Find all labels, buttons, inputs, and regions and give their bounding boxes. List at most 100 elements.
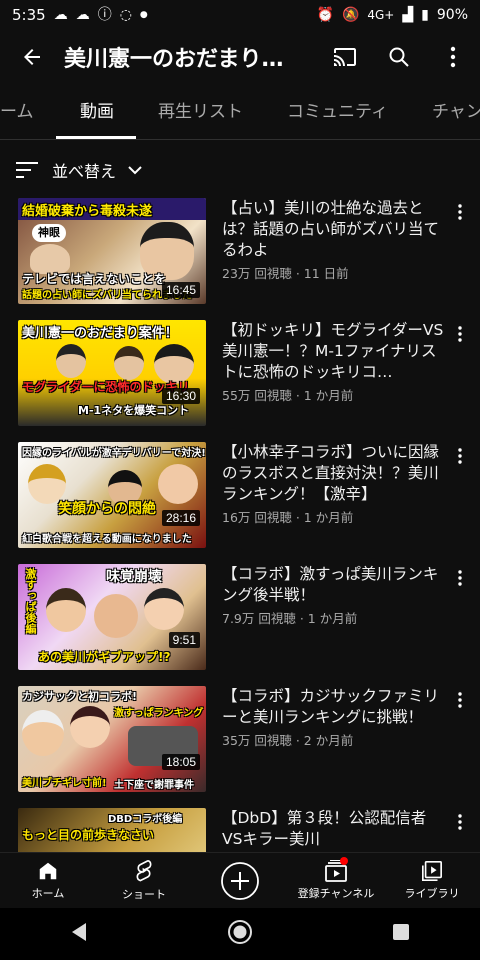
- thumbnail-text: 笑顔からの悶絶: [58, 501, 156, 517]
- create-plus-icon: [221, 861, 259, 900]
- system-navigation-bar: [0, 908, 480, 960]
- nav-subscriptions[interactable]: 登録チャンネル: [288, 853, 384, 908]
- library-icon: [422, 861, 442, 881]
- channel-tabs: ーム 動画 再生リスト コミュニティ チャン: [0, 86, 480, 140]
- nav-library[interactable]: ライブラリ: [384, 853, 480, 908]
- nav-create[interactable]: [192, 853, 288, 908]
- signal-icon: ▟: [402, 7, 414, 23]
- video-item[interactable]: カジサックと初コラボ! 激すっぱランキング 美川ブチギレ寸前! 土下座で謝罪事件…: [0, 686, 480, 796]
- nfc-icon: ◌: [119, 7, 132, 23]
- video-menu-button[interactable]: [450, 200, 470, 224]
- video-thumbnail[interactable]: 美川憲一のおだまり案件！ モグライダーに恐怖のドッキリ M-1ネタを爆笑コント …: [18, 320, 206, 426]
- status-time: 5:35: [12, 6, 46, 24]
- nav-label: 登録チャンネル: [297, 887, 375, 900]
- video-title[interactable]: 【小林幸子コラボ】ついに因縁のラスボスと直接対決！？美川ランキング！【激辛】: [222, 442, 444, 505]
- alarm-icon: ⏰: [316, 7, 334, 23]
- app-header: 美川憲一のおだまり…: [0, 30, 480, 84]
- video-duration: 28:16: [161, 510, 200, 526]
- video-thumbnail[interactable]: DBDコラボ後編 もっと目の前歩きなさい: [18, 808, 206, 852]
- video-title[interactable]: 【コラボ】カジサックファミリーと美川ランキングに挑戦！: [222, 686, 444, 728]
- nav-label: ホーム: [31, 887, 65, 900]
- mute-icon: 🔕: [341, 7, 360, 23]
- thumbnail-text: DBDコラボ後編: [108, 814, 183, 825]
- more-options-button[interactable]: [426, 30, 480, 84]
- cast-icon: [334, 48, 356, 66]
- video-duration: 9:51: [168, 632, 200, 648]
- nav-home[interactable]: ホーム: [0, 853, 96, 908]
- video-item[interactable]: 美川憲一のおだまり案件！ モグライダーに恐怖のドッキリ M-1ネタを爆笑コント …: [0, 320, 480, 430]
- video-meta: 35万 回視聴 · 2 か月前: [222, 733, 354, 748]
- thumbnail-text: テレビでは言えないことを: [22, 272, 167, 286]
- video-item[interactable]: 因縁のライバルが激辛デリバリーで対決! 笑顔からの悶絶 紅白歌合戦を超える動画に…: [0, 442, 480, 552]
- chevron-down-icon: [128, 166, 142, 175]
- video-menu-button[interactable]: [450, 688, 470, 712]
- cloud-icon: ☁: [53, 7, 68, 23]
- video-title[interactable]: 【DbD】第３段！公認配信者VSキラー美川: [222, 808, 444, 850]
- back-arrow-icon: [24, 49, 40, 65]
- video-thumbnail[interactable]: カジサックと初コラボ! 激すっぱランキング 美川ブチギレ寸前! 土下座で謝罪事件…: [18, 686, 206, 792]
- nav-shorts[interactable]: ショート: [96, 853, 192, 908]
- video-item[interactable]: 結婚破棄から毒殺未遂 神眼 テレビでは言えないことを 話題の占い師にズバリ当てら…: [0, 198, 480, 308]
- thumbnail-text: 激すっぱ後編: [24, 568, 37, 634]
- thumbnail-text: 美川ブチギレ寸前!: [22, 778, 107, 789]
- shorts-icon: [136, 860, 152, 882]
- more-vert-icon: [458, 204, 462, 220]
- more-vert-icon: [458, 692, 462, 708]
- video-thumbnail[interactable]: 味覚崩壊 激すっぱ後編 あの美川がギブアップ!? 9:51: [18, 564, 206, 670]
- battery-icon: ▮: [421, 7, 429, 23]
- search-button[interactable]: [372, 30, 426, 84]
- notification-dot: [340, 857, 348, 865]
- dot-icon: ●: [139, 9, 148, 20]
- thumbnail-text: 紅白歌合戦を超える動画になりました: [22, 534, 192, 545]
- system-recents-button[interactable]: [392, 923, 410, 945]
- video-meta: 55万 回視聴 · 1 か月前: [222, 388, 354, 403]
- more-vert-icon: [458, 814, 462, 830]
- more-vert-icon: [450, 46, 456, 68]
- sort-label: 並べ替え: [52, 162, 117, 181]
- thumbnail-text: もっと目の前歩きなさい: [22, 828, 155, 842]
- thumbnail-text: 激すっぱランキング: [114, 708, 204, 719]
- thumbnail-text: M-1ネタを爆笑コント: [78, 404, 190, 417]
- sort-button[interactable]: 並べ替え: [16, 150, 142, 190]
- active-tab-indicator: [56, 136, 136, 139]
- video-item[interactable]: DBDコラボ後編 もっと目の前歩きなさい 【DbD】第３段！公認配信者VSキラー…: [0, 808, 480, 852]
- channel-title: 美川憲一のおだまり…: [64, 47, 284, 72]
- square-recents-icon: [393, 924, 410, 940]
- video-menu-button[interactable]: [450, 810, 470, 834]
- thumbnail-text: 美川憲一のおだまり案件！: [22, 326, 178, 341]
- video-title[interactable]: 【占い】美川の壮絶な過去とは？話題の占い師がズバリ当てるわよ: [222, 198, 444, 261]
- video-meta: 16万 回視聴 · 1 か月前: [222, 510, 354, 525]
- status-bar: 5:35 ☁ ☁ ⓘ ◌ ● ⏰ 🔕 4G+ ▟ ▮ 90%: [0, 0, 480, 30]
- video-menu-button[interactable]: [450, 322, 470, 346]
- network-type: 4G+: [367, 8, 395, 22]
- video-thumbnail[interactable]: 因縁のライバルが激辛デリバリーで対決! 笑顔からの悶絶 紅白歌合戦を超える動画に…: [18, 442, 206, 548]
- back-button[interactable]: [0, 30, 64, 84]
- cast-button[interactable]: [318, 30, 372, 84]
- video-thumbnail[interactable]: 結婚破棄から毒殺未遂 神眼 テレビでは言えないことを 話題の占い師にズバリ当てら…: [18, 198, 206, 304]
- video-item[interactable]: 味覚崩壊 激すっぱ後編 あの美川がギブアップ!? 9:51 【コラボ】激すっぱ美…: [0, 564, 480, 674]
- thumbnail-text: カジサックと初コラボ!: [22, 690, 138, 703]
- thumbnail-text: 味覚崩壊: [106, 569, 162, 585]
- video-title[interactable]: 【コラボ】激すっぱ美川ランキング後半戦！: [222, 564, 444, 606]
- video-duration: 16:45: [161, 282, 200, 298]
- tab-home[interactable]: ーム: [0, 86, 34, 139]
- video-title[interactable]: 【初ドッキリ】モグライダーVS美川憲一！？M-1ファイナリストに恐怖のドッキリコ…: [222, 320, 444, 383]
- video-meta: 23万 回視聴 · 11 日前: [222, 266, 349, 281]
- tab-community[interactable]: コミュニティ: [287, 86, 388, 139]
- battery-level: 90%: [436, 7, 468, 23]
- more-vert-icon: [458, 570, 462, 586]
- system-back-button[interactable]: [70, 922, 88, 946]
- bottom-navigation: ホーム ショート 登録チャンネル ライブラリ: [0, 852, 480, 908]
- home-icon: [39, 862, 57, 880]
- sort-icon: [16, 162, 38, 178]
- system-home-button[interactable]: [227, 919, 253, 949]
- search-icon: [389, 47, 409, 67]
- tab-playlists[interactable]: 再生リスト: [158, 86, 243, 139]
- tab-channels[interactable]: チャン: [432, 86, 480, 139]
- video-menu-button[interactable]: [450, 444, 470, 468]
- video-menu-button[interactable]: [450, 566, 470, 590]
- video-duration: 16:30: [161, 388, 200, 404]
- nav-label: ライブラリ: [404, 887, 460, 900]
- tab-videos[interactable]: 動画: [80, 86, 114, 139]
- thumbnail-text: あの美川がギブアップ!?: [38, 650, 171, 664]
